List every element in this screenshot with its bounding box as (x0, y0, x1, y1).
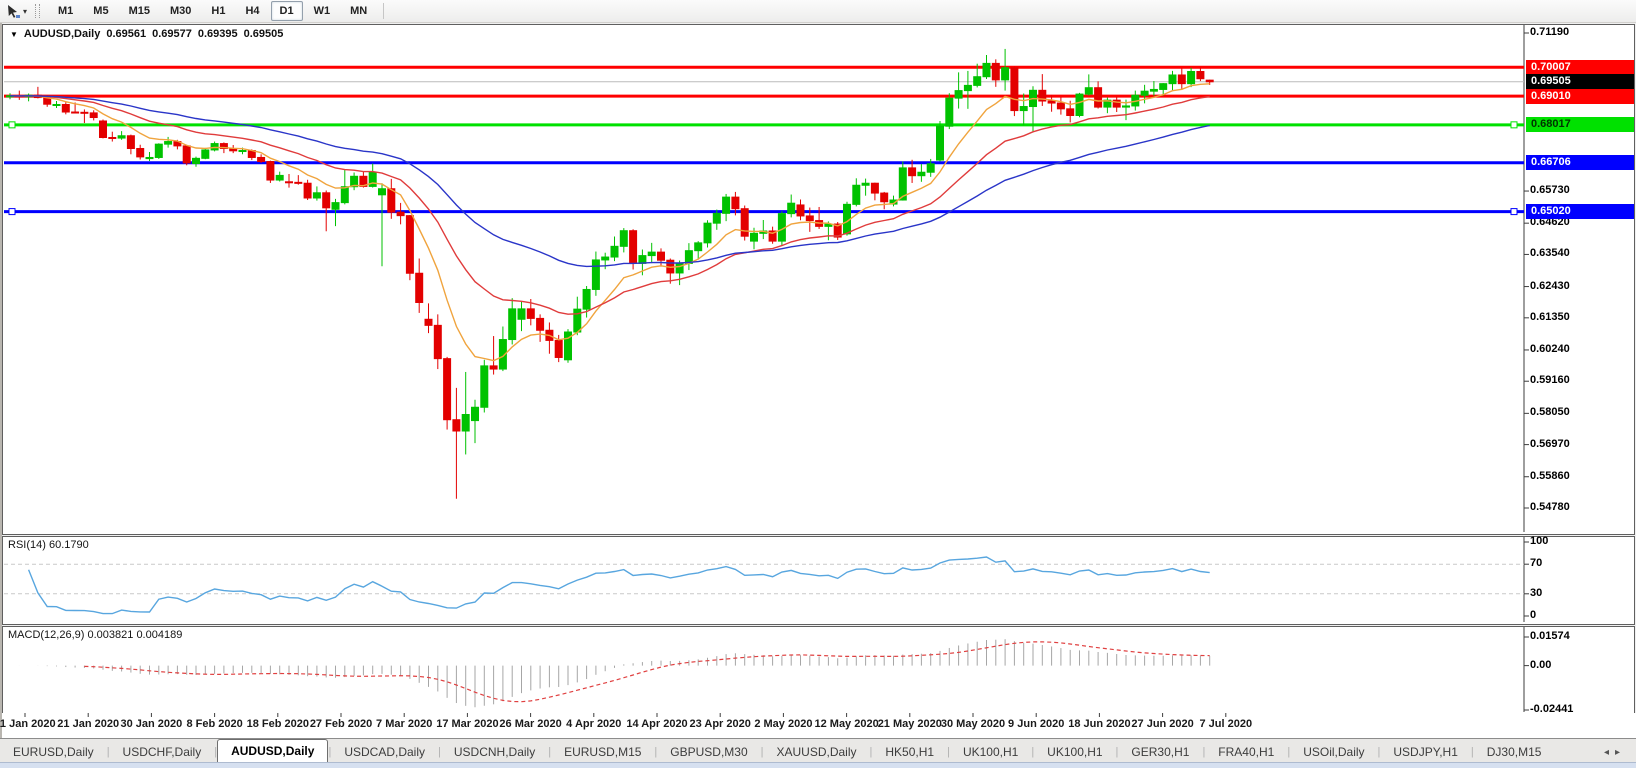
date-tick-label: 23 Apr 2020 (690, 718, 751, 730)
price-tick-label: 0.56970 (1530, 438, 1570, 450)
date-tick-label: 21 May 2020 (878, 718, 942, 730)
chart-title: ▼ AUDUSD,Daily 0.69561 0.69577 0.69395 0… (10, 28, 283, 40)
timeframe-button-h1[interactable]: H1 (202, 1, 234, 21)
window-left-frame (0, 22, 2, 768)
rsi-label: RSI(14) 60.1790 (8, 539, 89, 551)
price-tick-label: 0.61350 (1530, 311, 1570, 323)
price-tick-label: 0.58050 (1530, 406, 1570, 418)
symbol-tab-eurusd-daily[interactable]: EURUSD,Daily (0, 742, 107, 763)
timeframe-toolbar: ▾ M1M5M15M30H1H4D1W1MN (0, 0, 1636, 23)
price-tag: 0.70007 (1526, 60, 1634, 75)
date-tick-label: 30 May 2020 (941, 718, 1005, 730)
price-tag: 0.68017 (1526, 117, 1634, 132)
date-tick-label: 18 Jun 2020 (1068, 718, 1130, 730)
price-tag: 0.69505 (1526, 74, 1634, 89)
price-tick-label: 0.62430 (1530, 280, 1570, 292)
symbol-tab-audusd-daily[interactable]: AUDUSD,Daily (217, 739, 328, 763)
trading-platform-window: ▾ M1M5M15M30H1H4D1W1MN ▼ AUDUSD,Daily 0.… (0, 0, 1636, 768)
timeframe-button-mn[interactable]: MN (341, 1, 376, 21)
main-chart-panel[interactable] (2, 24, 1635, 535)
price-tag: 0.66706 (1526, 155, 1634, 170)
rsi-tick-label: 100 (1530, 535, 1548, 547)
macd-tick-label: 0.01574 (1530, 630, 1570, 642)
symbol-tab-usoil-daily[interactable]: USOil,Daily (1290, 742, 1377, 763)
price-tick-label: 0.63540 (1530, 247, 1570, 259)
ohlc-close: 0.69505 (244, 28, 284, 40)
symbol-tab-eurusd-m15[interactable]: EURUSD,M15 (551, 742, 654, 763)
price-tick-label: 0.60240 (1530, 343, 1570, 355)
chart-dropdown-icon[interactable]: ▼ (10, 30, 18, 39)
price-tag: 0.69010 (1526, 89, 1634, 104)
timeframe-buttons: M1M5M15M30H1H4D1W1MN (48, 1, 377, 21)
price-tick-label: 0.55860 (1530, 470, 1570, 482)
timeframe-button-h4[interactable]: H4 (236, 1, 268, 21)
toolbar-grip[interactable] (35, 4, 40, 18)
timeframe-button-m30[interactable]: M30 (161, 1, 200, 21)
macd-tick-label: -0.02441 (1530, 703, 1573, 715)
symbol-tab-usdjpy-h1[interactable]: USDJPY,H1 (1380, 742, 1470, 763)
date-tick-label: 7 Jul 2020 (1200, 718, 1253, 730)
rsi-tick-label: 70 (1530, 557, 1542, 569)
rsi-panel[interactable] (2, 536, 1635, 625)
timeframe-button-m1[interactable]: M1 (49, 1, 82, 21)
price-tick-label: 0.59160 (1530, 374, 1570, 386)
date-tick-label: 27 Jun 2020 (1131, 718, 1193, 730)
symbol-tab-ger30-h1[interactable]: GER30,H1 (1118, 742, 1202, 763)
tab-scroll-arrows[interactable]: ◂▸ (1604, 742, 1626, 763)
timeframe-button-m5[interactable]: M5 (84, 1, 117, 21)
symbol-tab-bar: EURUSD,Daily|USDCHF,Daily|AUDUSD,Daily|U… (0, 738, 1636, 763)
price-tick-label: 0.65730 (1530, 184, 1570, 196)
timeframe-button-m15[interactable]: M15 (120, 1, 159, 21)
symbol-tab-dj30-m15[interactable]: DJ30,M15 (1474, 742, 1555, 763)
ohlc-open: 0.69561 (106, 28, 146, 40)
toolbar-separator (383, 3, 384, 19)
timeframe-button-w1[interactable]: W1 (305, 1, 340, 21)
ohlc-high: 0.69577 (152, 28, 192, 40)
chart-symbol-label: AUDUSD,Daily (24, 28, 100, 40)
date-tick-label: 9 Jun 2020 (1008, 718, 1064, 730)
date-tick-label: 2 May 2020 (754, 718, 812, 730)
cursor-tool-icon[interactable] (4, 3, 22, 19)
timeframe-button-d1[interactable]: D1 (271, 1, 303, 21)
date-tick-label: 8 Feb 2020 (186, 718, 242, 730)
tab-scroll-right-icon: ▸ (1615, 747, 1626, 758)
macd-panel[interactable] (2, 626, 1635, 715)
macd-tick-label: 0.00 (1530, 659, 1551, 671)
date-tick-label: 11 Jan 2020 (0, 718, 56, 730)
date-tick-label: 4 Apr 2020 (566, 718, 621, 730)
date-tick-label: 18 Feb 2020 (247, 718, 309, 730)
macd-value: 0.003821 (87, 629, 133, 641)
price-tick-label: 0.54780 (1530, 501, 1570, 513)
rsi-tick-label: 0 (1530, 609, 1536, 621)
rsi-tick-label: 30 (1530, 587, 1542, 599)
macd-label: MACD(12,26,9) 0.003821 0.004189 (8, 629, 182, 641)
date-tick-label: 14 Apr 2020 (626, 718, 687, 730)
symbol-tab-usdchf-daily[interactable]: USDCHF,Daily (110, 742, 215, 763)
symbol-tab-fra40-h1[interactable]: FRA40,H1 (1205, 742, 1287, 763)
symbol-tab-usdcnh-daily[interactable]: USDCNH,Daily (441, 742, 548, 763)
status-strip (0, 762, 1636, 768)
price-tag: 0.65020 (1526, 204, 1634, 219)
price-tick-label: 0.71190 (1530, 26, 1569, 38)
date-tick-label: 30 Jan 2020 (121, 718, 183, 730)
symbol-tab-uk100-h1[interactable]: UK100,H1 (950, 742, 1031, 763)
date-tick-label: 21 Jan 2020 (57, 718, 119, 730)
symbol-tab-hk50-h1[interactable]: HK50,H1 (872, 742, 947, 763)
date-tick-label: 26 Mar 2020 (499, 718, 561, 730)
tab-scroll-left-icon: ◂ (1604, 747, 1615, 758)
date-tick-label: 17 Mar 2020 (436, 718, 498, 730)
date-tick-label: 27 Feb 2020 (310, 718, 372, 730)
symbol-tab-gbpusd-m30[interactable]: GBPUSD,M30 (657, 742, 760, 763)
symbol-tab-uk100-h1[interactable]: UK100,H1 (1034, 742, 1115, 763)
date-tick-label: 7 Mar 2020 (376, 718, 432, 730)
symbol-tab-usdcad-daily[interactable]: USDCAD,Daily (331, 742, 438, 763)
ohlc-low: 0.69395 (198, 28, 238, 40)
symbol-tab-xauusd-daily[interactable]: XAUUSD,Daily (764, 742, 870, 763)
date-tick-label: 12 May 2020 (814, 718, 878, 730)
cursor-tool-dropdown-icon[interactable]: ▾ (23, 7, 27, 16)
rsi-value: 60.1790 (49, 539, 89, 551)
macd-signal-value: 0.004189 (136, 629, 182, 641)
